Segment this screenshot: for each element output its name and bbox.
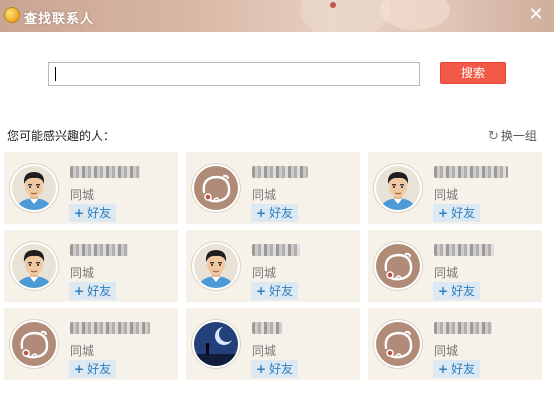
- city-label: 同城: [434, 344, 459, 358]
- default-avatar: [194, 166, 238, 210]
- boy-cartoon-avatar: [194, 244, 238, 288]
- city-label: 同城: [252, 188, 277, 202]
- avatar[interactable]: [192, 164, 240, 212]
- refresh-icon: ↻: [488, 129, 499, 144]
- plus-icon: +: [438, 284, 449, 298]
- plus-icon: +: [438, 362, 449, 376]
- default-avatar: [376, 244, 420, 288]
- city-label: 同城: [70, 266, 95, 280]
- refresh-label: 换一组: [500, 129, 537, 143]
- suggestion-card[interactable]: 同城 + 好友: [4, 308, 178, 380]
- plus-icon: +: [438, 206, 449, 220]
- window-title: 查找联系人: [24, 12, 95, 27]
- suggestion-card[interactable]: 同城 + 好友: [368, 308, 542, 380]
- blurred-name: [252, 244, 300, 256]
- add-friend-button[interactable]: + 好友: [433, 204, 481, 222]
- plus-icon: +: [74, 362, 85, 376]
- add-friend-label: 好友: [87, 206, 112, 220]
- plus-icon: +: [256, 284, 267, 298]
- text-caret: [55, 67, 56, 81]
- suggestion-card[interactable]: 同城 + 好友: [186, 152, 360, 224]
- add-friend-button[interactable]: + 好友: [251, 204, 299, 222]
- blurred-name: [434, 244, 494, 256]
- avatar[interactable]: [10, 320, 58, 368]
- app-logo-icon: [4, 7, 20, 23]
- add-friend-label: 好友: [87, 284, 112, 298]
- plus-icon: +: [74, 284, 85, 298]
- city-label: 同城: [70, 188, 95, 202]
- avatar[interactable]: [192, 242, 240, 290]
- blurred-name: [70, 166, 140, 178]
- add-friend-button[interactable]: + 好友: [251, 360, 299, 378]
- add-friend-label: 好友: [269, 362, 294, 376]
- add-friend-button[interactable]: + 好友: [69, 360, 117, 378]
- blurred-name: [252, 166, 308, 178]
- add-friend-label: 好友: [87, 362, 112, 376]
- boy-cartoon-avatar: [12, 244, 56, 288]
- city-label: 同城: [434, 188, 459, 202]
- default-avatar: [12, 322, 56, 366]
- avatar[interactable]: [374, 320, 422, 368]
- add-friend-label: 好友: [451, 284, 476, 298]
- blurred-name: [434, 166, 508, 178]
- title-bar-decoration: [380, 0, 450, 30]
- boy-cartoon-avatar: [376, 166, 420, 210]
- city-label: 同城: [252, 344, 277, 358]
- add-friend-label: 好友: [269, 206, 294, 220]
- add-friend-button[interactable]: + 好友: [433, 360, 481, 378]
- add-friend-button[interactable]: + 好友: [69, 204, 117, 222]
- refresh-button[interactable]: ↻ 换一组: [488, 127, 537, 144]
- suggestion-card[interactable]: 同城 + 好友: [4, 152, 178, 224]
- suggestion-card[interactable]: 同城 + 好友: [186, 230, 360, 302]
- blurred-name: [70, 244, 128, 256]
- suggestion-card[interactable]: 同城 + 好友: [368, 152, 542, 224]
- avatar[interactable]: [374, 242, 422, 290]
- blurred-name: [252, 322, 282, 334]
- add-friend-label: 好友: [269, 284, 294, 298]
- blurred-name: [434, 322, 492, 334]
- plus-icon: +: [74, 206, 85, 220]
- add-friend-label: 好友: [451, 362, 476, 376]
- avatar[interactable]: [192, 320, 240, 368]
- boy-cartoon-avatar: [12, 166, 56, 210]
- blurred-name: [70, 322, 150, 334]
- suggestions-heading: 您可能感兴趣的人：: [7, 129, 116, 143]
- title-bar-decoration: [330, 2, 336, 8]
- night-moon-avatar: [194, 322, 238, 366]
- title-bar: 查找联系人 ✕: [0, 0, 554, 32]
- search-button[interactable]: 搜索: [440, 62, 506, 84]
- default-avatar: [376, 322, 420, 366]
- suggestion-card[interactable]: 同城 + 好友: [4, 230, 178, 302]
- city-label: 同城: [434, 266, 459, 280]
- search-input[interactable]: [48, 62, 420, 86]
- add-friend-button[interactable]: + 好友: [69, 282, 117, 300]
- close-button[interactable]: ✕: [526, 4, 546, 26]
- plus-icon: +: [256, 206, 267, 220]
- city-label: 同城: [252, 266, 277, 280]
- avatar[interactable]: [10, 164, 58, 212]
- suggestion-card[interactable]: 同城 + 好友: [186, 308, 360, 380]
- suggestion-card[interactable]: 同城 + 好友: [368, 230, 542, 302]
- add-friend-label: 好友: [451, 206, 476, 220]
- plus-icon: +: [256, 362, 267, 376]
- add-friend-button[interactable]: + 好友: [433, 282, 481, 300]
- avatar[interactable]: [374, 164, 422, 212]
- suggestion-grid: 同城 + 好友 同城 + 好友 同城 + 好友 同城 + 好友 同城 + 好友 同城 + 好友 同城 + 好友 同城 + 好友…: [4, 152, 549, 380]
- title-bar-decoration: [300, 0, 390, 32]
- add-friend-button[interactable]: + 好友: [251, 282, 299, 300]
- city-label: 同城: [70, 344, 95, 358]
- avatar[interactable]: [10, 242, 58, 290]
